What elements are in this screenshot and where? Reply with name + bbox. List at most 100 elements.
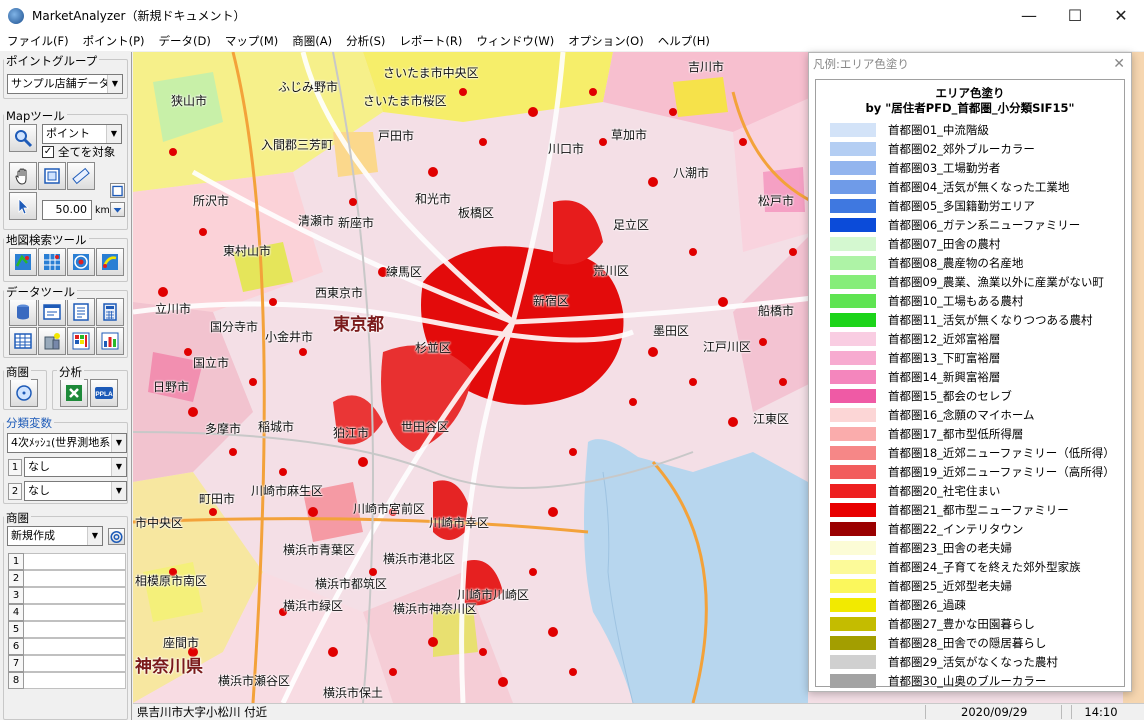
- menu-analysis[interactable]: 分析(S): [339, 33, 392, 49]
- data-list-button[interactable]: [67, 298, 95, 326]
- zoom-tool-button[interactable]: [9, 124, 37, 152]
- building-icon: [44, 333, 60, 350]
- legend-close-icon[interactable]: ✕: [1113, 53, 1125, 75]
- trade-area-row[interactable]: 3: [8, 587, 126, 604]
- legend-swatch: [830, 502, 876, 517]
- legend-swatch: [830, 540, 876, 555]
- search-station-button[interactable]: [38, 248, 66, 276]
- menu-trade-area[interactable]: 商圏(A): [285, 33, 339, 49]
- menu-window[interactable]: ウィンドウ(W): [469, 33, 561, 49]
- legend-item: 首都圏10_工場もある農村: [816, 291, 1124, 310]
- measure-tool-button[interactable]: [67, 162, 95, 190]
- table-button[interactable]: [9, 327, 37, 355]
- legend-item: 首都圏08_農産物の名産地: [816, 253, 1124, 272]
- menu-report[interactable]: レポート(R): [392, 33, 469, 49]
- select-all-checkbox[interactable]: ✓ 全てを対象: [42, 144, 115, 160]
- row-number: 5: [8, 621, 24, 638]
- data-window-icon: [43, 304, 61, 320]
- radius-input[interactable]: 50.00: [42, 200, 92, 220]
- maximize-button[interactable]: ☐: [1052, 0, 1098, 31]
- legend-label: 首都圏02_郊外ブルーカラー: [888, 141, 1035, 156]
- var2-select[interactable]: なし ▼: [24, 481, 127, 501]
- pan-tool-button[interactable]: [9, 162, 37, 190]
- legend-item: 首都圏23_田舎の老夫婦: [816, 538, 1124, 557]
- trade-area-add-button[interactable]: [108, 528, 125, 545]
- trade-area-row[interactable]: 2: [8, 570, 126, 587]
- map-tools-title: Mapツール: [4, 108, 67, 124]
- map-mode-select[interactable]: ポイント ▼: [42, 124, 122, 144]
- legend-swatch: [830, 293, 876, 308]
- arrow-cursor-icon: [18, 198, 29, 215]
- legend-item: 首都圏15_都会のセレブ: [816, 386, 1124, 405]
- place-label: 川崎市幸区: [429, 516, 490, 530]
- color-grid-button[interactable]: [67, 327, 95, 355]
- legend-window[interactable]: 凡例:エリア色塗り ✕ エリア色塗り by "居住者PFD_首都圏_小分類SIF…: [808, 52, 1132, 692]
- ppla-button[interactable]: PPLA: [90, 379, 118, 407]
- legend-label: 首都圏17_都市型低所得層: [888, 426, 1024, 441]
- menu-map[interactable]: マップ(M): [218, 33, 285, 49]
- table-icon: [14, 333, 32, 349]
- calculator-button[interactable]: [96, 298, 124, 326]
- menu-file[interactable]: ファイル(F): [0, 33, 76, 49]
- layer-up-button[interactable]: [110, 183, 125, 198]
- var2-value: なし: [28, 484, 50, 497]
- menu-data[interactable]: データ(D): [152, 33, 218, 49]
- trade-area-select[interactable]: 新規作成 ▼: [7, 526, 103, 546]
- point-group-select[interactable]: サンプル店舗データ2 ▼: [7, 74, 123, 94]
- status-date: 2020/09/29: [961, 705, 1028, 719]
- radius-dropdown-button[interactable]: [110, 202, 125, 217]
- trade-area-circle-button[interactable]: [10, 379, 38, 407]
- place-label: 入間郡三芳町: [261, 138, 334, 152]
- database-button[interactable]: [9, 298, 37, 326]
- rect-select-button[interactable]: [38, 162, 66, 190]
- data-window-button[interactable]: [38, 298, 66, 326]
- place-label: 横浜市神奈川区: [393, 602, 478, 616]
- var1-select[interactable]: なし ▼: [24, 457, 127, 477]
- legend-label: 首都圏10_工場もある農村: [888, 293, 1024, 308]
- legend-item: 首都圏02_郊外ブルーカラー: [816, 139, 1124, 158]
- map-grid-icon: [44, 254, 60, 270]
- excel-export-button[interactable]: [60, 379, 88, 407]
- menu-bar: ファイル(F) ポイント(P) データ(D) マップ(M) 商圏(A) 分析(S…: [0, 31, 1144, 51]
- mesh-select[interactable]: 4次ﾒｯｼｭ(世界測地系 ▼: [7, 433, 127, 453]
- map-building-button[interactable]: [38, 327, 66, 355]
- row-number: 4: [8, 604, 24, 621]
- var1-value: なし: [28, 460, 50, 473]
- minimize-button[interactable]: —: [1006, 0, 1052, 31]
- legend-label: 首都圏18_近郊ニューファミリー（低所得）: [888, 445, 1115, 460]
- place-label: 横浜市都筑区: [315, 577, 388, 591]
- trade-area-row[interactable]: 6: [8, 638, 126, 655]
- search-route-button[interactable]: [96, 248, 124, 276]
- point-group-title: ポイントグループ: [4, 53, 100, 69]
- place-label: 相模原市南区: [135, 574, 208, 588]
- trade-area-row[interactable]: 8: [8, 672, 126, 689]
- legend-item: 首都圏12_近郊富裕層: [816, 329, 1124, 348]
- menu-help[interactable]: ヘルプ(H): [651, 33, 717, 49]
- radius-value: 50.00: [55, 203, 88, 216]
- trade-area-row[interactable]: 4: [8, 604, 126, 621]
- trade-area-row[interactable]: 5: [8, 621, 126, 638]
- row-number: 1: [8, 553, 24, 570]
- pointer-tool-button[interactable]: [9, 192, 37, 220]
- magnifier-icon: [15, 130, 33, 148]
- legend-body: エリア色塗り by "居住者PFD_首都圏_小分類SIF15" 首都圏01_中流…: [815, 79, 1125, 688]
- trade-area-row[interactable]: 1: [8, 553, 126, 570]
- place-label: 狛江市: [333, 426, 370, 440]
- data-tools-title: データツール: [4, 284, 77, 300]
- legend-title-bar: 凡例:エリア色塗り ✕: [809, 53, 1131, 75]
- search-address-button[interactable]: [9, 248, 37, 276]
- legend-label: 首都圏11_活気が無くなりつつある農村: [888, 312, 1093, 327]
- chart-button[interactable]: [96, 327, 124, 355]
- radius-unit: km: [95, 205, 110, 216]
- search-radius-button[interactable]: [67, 248, 95, 276]
- bar-chart-icon: [101, 332, 119, 350]
- legend-label: 首都圏09_農業、漁業以外に産業がない町: [888, 274, 1104, 289]
- legend-item: 首都圏13_下町富裕層: [816, 348, 1124, 367]
- place-label: 川崎市宮前区: [353, 502, 426, 516]
- place-label: 東村山市: [223, 244, 272, 258]
- menu-option[interactable]: オプション(O): [561, 33, 651, 49]
- trade-area-row[interactable]: 7: [8, 655, 126, 672]
- close-button[interactable]: ✕: [1098, 0, 1144, 31]
- menu-point[interactable]: ポイント(P): [76, 33, 152, 49]
- legend-item: 首都圏22_インテリタウン: [816, 519, 1124, 538]
